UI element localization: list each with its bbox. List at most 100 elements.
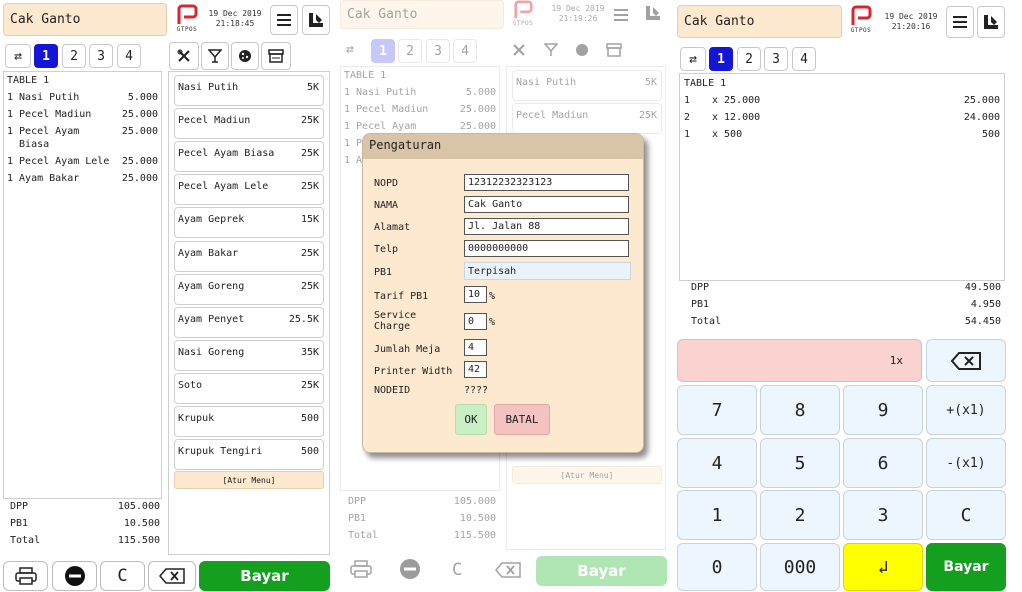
order-row[interactable]: 2 x 12.000 24.000	[684, 109, 1000, 126]
menu-item[interactable]: Ayam Penyet 25.5K	[174, 306, 324, 338]
tab-3: 3	[426, 39, 450, 63]
order-row[interactable]: 1 Ayam Bakar 25.000	[7, 172, 158, 185]
menu-item-price: 15K	[300, 214, 319, 226]
telp-field[interactable]: 0000000000	[464, 240, 629, 257]
order-row[interactable]: 1 Pecel Ayam Lele 25.000	[7, 155, 158, 168]
menu-item-name: Nasi Goreng	[178, 346, 245, 358]
cancel-order-button[interactable]	[52, 561, 97, 591]
key-6[interactable]: 6	[843, 438, 923, 488]
order-row[interactable]: 1 Nasi Putih 5.000	[7, 91, 158, 104]
settings-button[interactable]	[302, 5, 330, 35]
swap-icon: ⇄	[346, 42, 354, 57]
backspace-button[interactable]	[148, 561, 196, 591]
key-1[interactable]: 1	[677, 490, 757, 540]
key-4[interactable]: 4	[677, 438, 757, 488]
menu-item-name: Ayam Penyet	[178, 313, 245, 325]
batal-button[interactable]: BATAL	[494, 404, 550, 435]
order-row[interactable]: 1 Nasi Putih 5.000	[344, 86, 496, 99]
menu-item[interactable]: Ayam Geprek 15K	[174, 207, 324, 239]
menu-item[interactable]: Nasi Goreng 35K	[174, 339, 324, 371]
order-row[interactable]: 1 Pecel Madiun 25.000	[344, 103, 496, 116]
order-row[interactable]: 1 Pecel Madiun 25.000	[7, 108, 158, 121]
tab-4[interactable]: 4	[117, 44, 141, 68]
menu-item[interactable]: Nasi Putih 5K	[512, 70, 662, 101]
alamat-field[interactable]: Jl. Jalan 88	[464, 218, 629, 235]
nopd-field[interactable]: 12312232323123	[464, 174, 629, 191]
pb1-select[interactable]: Terpisah	[464, 262, 631, 280]
key-7[interactable]: 7	[677, 385, 757, 435]
tarif-pb1-field[interactable]: 10	[464, 286, 487, 303]
menu-item[interactable]: Krupuk Tengiri 500	[174, 439, 324, 471]
menu-item[interactable]: Pecel Ayam Lele 25K	[174, 174, 324, 206]
tab-label: 2	[70, 48, 78, 64]
key-9[interactable]: 9	[843, 385, 923, 435]
key-0[interactable]: 0	[677, 543, 757, 591]
category-store-button[interactable]	[261, 42, 291, 70]
menu-item-price: 5K	[306, 82, 319, 93]
atur-menu-button[interactable]: [Atur Menu]	[174, 471, 324, 489]
backspace-key[interactable]	[926, 339, 1006, 382]
tab-1[interactable]: 1	[709, 47, 733, 71]
menu-item[interactable]: Krupuk 500	[174, 406, 324, 437]
bayar-button[interactable]: Bayar	[926, 543, 1006, 591]
tab-3[interactable]: 3	[764, 47, 788, 71]
menu-item[interactable]: Nasi Putih 5K	[174, 75, 324, 106]
jumlah-meja-field[interactable]: 4	[464, 339, 487, 356]
menu-item-name: Pecel Ayam Lele	[178, 181, 269, 193]
bayar-button[interactable]: Bayar	[199, 561, 330, 591]
key-2[interactable]: 2	[760, 490, 840, 540]
order-item-name: 1 A	[344, 155, 363, 166]
totals-value: 115.500	[117, 535, 160, 546]
print-button[interactable]	[3, 561, 48, 591]
category-snack-button[interactable]	[231, 42, 259, 70]
menu-item[interactable]: Ayam Goreng 25K	[174, 273, 324, 305]
store-name[interactable]: Cak Ganto	[3, 3, 167, 36]
atur-menu-label: [Atur Menu]	[560, 470, 614, 480]
menu-item[interactable]: Pecel Madiun 25K	[174, 108, 324, 140]
order-row[interactable]: 1 Pecel Ayam Biasa 25.000	[7, 125, 158, 151]
key-3[interactable]: 3	[843, 490, 923, 540]
order-row[interactable]: 1 x 500 500	[684, 126, 1000, 143]
menu-item[interactable]: Pecel Ayam Biasa 25K	[174, 141, 324, 173]
atur-menu-label: [Atur Menu]	[222, 475, 276, 485]
order-row[interactable]: 1 Pecel Ayam 25.000	[344, 120, 496, 133]
hamburger-menu-button[interactable]	[946, 6, 974, 38]
menu-item[interactable]: Soto 25K	[174, 372, 324, 404]
nama-field[interactable]: Cak Ganto	[464, 196, 629, 213]
tab-2[interactable]: 2	[737, 47, 761, 71]
service-charge-label: Service Charge	[374, 310, 417, 332]
tab-2[interactable]: 2	[62, 44, 86, 68]
nama-label: NAMA	[374, 200, 399, 211]
bayar-label: Bayar	[943, 559, 989, 575]
tab-3[interactable]: 3	[89, 44, 113, 68]
category-drink-button[interactable]	[201, 42, 229, 70]
menu-item[interactable]: Pecel Madiun 25K	[512, 103, 662, 135]
key-000[interactable]: 000	[760, 543, 840, 591]
backspace-icon	[159, 568, 185, 584]
order-row[interactable]: 1 x 25.000 25.000	[684, 92, 1000, 109]
hamburger-menu-button[interactable]	[270, 5, 298, 35]
key-clear[interactable]: C	[926, 490, 1006, 540]
key-enter[interactable]: ↲	[843, 543, 923, 591]
ok-button[interactable]: OK	[455, 404, 487, 435]
key-plus[interactable]: +(x1)	[926, 385, 1006, 435]
category-food-button[interactable]	[169, 42, 199, 70]
menu-item-price: 25.5K	[288, 313, 319, 325]
service-value: 0	[468, 316, 475, 327]
dialog-title-bar: Pengaturan	[363, 134, 643, 159]
utensils-icon	[512, 42, 526, 61]
tab-1[interactable]: 1	[34, 44, 58, 68]
printer-width-field[interactable]: 42	[464, 361, 487, 378]
menu-item[interactable]: Ayam Bakar 25K	[174, 240, 324, 272]
key-8[interactable]: 8	[760, 385, 840, 435]
swap-table-button[interactable]: ⇄	[5, 44, 31, 68]
time-text: 21:19:26	[558, 14, 598, 23]
key-minus[interactable]: -(x1)	[926, 438, 1006, 488]
tab-4[interactable]: 4	[792, 47, 816, 71]
store-name[interactable]: Cak Ganto	[677, 5, 842, 38]
clear-button[interactable]: C	[100, 561, 145, 591]
service-charge-field[interactable]: 0	[464, 313, 487, 330]
settings-button[interactable]	[977, 6, 1005, 38]
swap-table-button[interactable]: ⇄	[680, 47, 706, 71]
key-5[interactable]: 5	[760, 438, 840, 488]
